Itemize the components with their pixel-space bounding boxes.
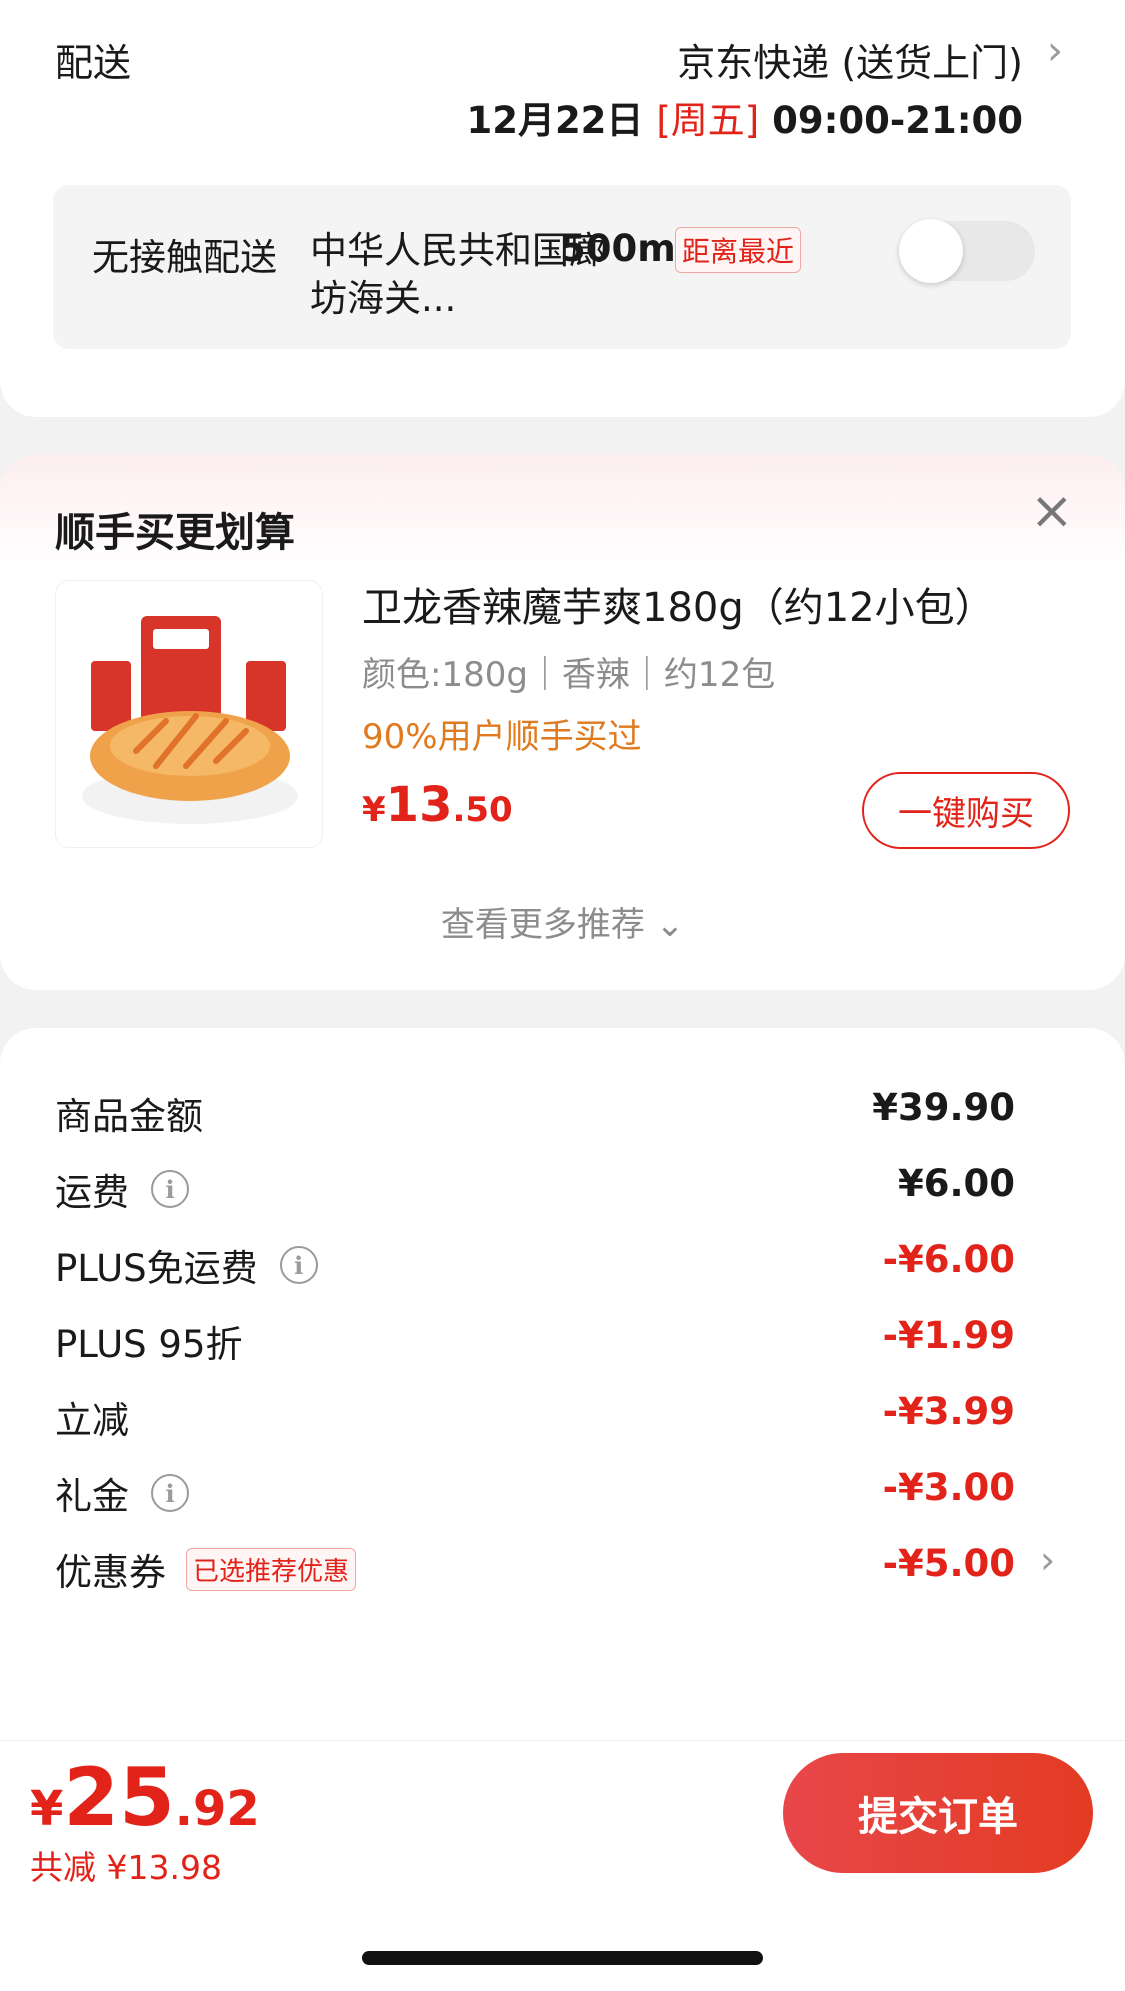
price-row-goods: 商品金额 ¥39.90	[55, 1080, 1015, 1140]
price-row-value: -¥5.00	[882, 1542, 1015, 1585]
total-integer: 25	[63, 1751, 175, 1844]
price-breakdown-card: 商品金额 ¥39.90 运费 i ¥6.00 PLUS免运费 i -¥6.00 PL…	[0, 1028, 1125, 1848]
price-row-value: -¥6.00	[882, 1238, 1015, 1281]
price-integer: 13	[385, 777, 453, 833]
price-row-label: 优惠券	[55, 1551, 166, 1594]
product-name[interactable]: 卫龙香辣魔芋爽180g（约12小包）	[362, 575, 995, 633]
delivery-label: 配送	[55, 41, 132, 85]
total-decimal: .92	[174, 1781, 260, 1837]
product-price: ¥13.50	[362, 777, 513, 833]
info-icon[interactable]: i	[279, 1246, 318, 1284]
price-row-label: 礼金	[55, 1475, 129, 1518]
price-row-value: -¥1.99	[882, 1314, 1015, 1357]
product-spec: 颜色:180g｜香辣｜约12包	[362, 655, 776, 695]
total-currency: ¥	[30, 1781, 64, 1837]
delivery-card: 配送 京东快递 (送货上门) › 12月22日 [周五] 09:00-21:00…	[0, 0, 1125, 417]
submit-order-button[interactable]: 提交订单	[783, 1753, 1093, 1873]
one-click-buy-button[interactable]: 一键购买	[862, 772, 1070, 849]
no-contact-toggle[interactable]	[899, 219, 1035, 283]
product-hint: 90%用户顺手买过	[362, 717, 642, 757]
price-row-instant-discount: 立减 -¥3.99	[55, 1384, 1015, 1444]
no-contact-distance: 500m	[560, 227, 676, 270]
price-row-plus-free-shipping: PLUS免运费 i -¥6.00	[55, 1232, 1015, 1292]
info-icon[interactable]: i	[151, 1170, 189, 1208]
delivery-date: 12月22日	[466, 99, 644, 142]
price-row-value: -¥3.00	[882, 1466, 1015, 1509]
price-row-plus-discount: PLUS 95折 -¥1.99	[55, 1308, 1015, 1368]
total-saved: 共减 ¥13.98	[30, 1848, 222, 1887]
price-currency: ¥	[362, 790, 386, 830]
price-row-gift-money: 礼金 i -¥3.00	[55, 1460, 1015, 1520]
price-row-coupon[interactable]: 优惠券 已选推荐优惠 -¥5.00	[55, 1536, 1015, 1596]
price-row-value: ¥6.00	[897, 1162, 1015, 1205]
no-contact-delivery-box: 无接触配送 中华人民共和国廊坊海关... 500m 距离最近	[53, 185, 1071, 349]
checkout-bar: ¥25.92 共减 ¥13.98 提交订单	[0, 1740, 1125, 1991]
delivery-time[interactable]: 12月22日 [周五] 09:00-21:00	[466, 90, 1023, 144]
price-decimal: .50	[452, 790, 513, 830]
info-icon[interactable]: i	[151, 1474, 189, 1512]
product-image[interactable]	[55, 580, 323, 848]
close-icon[interactable]: ×	[1030, 485, 1074, 537]
delivery-time-range: 09:00-21:00	[772, 99, 1023, 142]
nearest-badge: 距离最近	[675, 227, 802, 273]
home-indicator[interactable]	[362, 1951, 763, 1965]
delivery-weekday: [周五]	[656, 99, 760, 142]
price-row-label: 商品金额	[55, 1095, 203, 1138]
price-row-label: PLUS 95折	[55, 1323, 243, 1366]
recommend-card: 顺手买更划算 × 卫龙香辣魔芋爽180g（约12小包） 颜色:180g｜香辣｜约…	[0, 455, 1125, 990]
price-row-value: -¥3.99	[882, 1390, 1015, 1433]
price-row-label: 运费	[55, 1171, 129, 1214]
coupon-badge: 已选推荐优惠	[186, 1547, 357, 1591]
recommend-title: 顺手买更划算	[55, 510, 295, 556]
no-contact-title: 无接触配送	[92, 236, 277, 279]
price-row-label: 立减	[55, 1399, 129, 1442]
price-row-label: PLUS免运费	[55, 1247, 258, 1290]
price-row-shipping: 运费 i ¥6.00	[55, 1156, 1015, 1216]
total-price: ¥25.92	[30, 1751, 260, 1844]
price-row-value: ¥39.90	[872, 1086, 1015, 1129]
toggle-knob	[899, 219, 963, 283]
more-recommendations-link[interactable]: 查看更多推荐 ⌄	[0, 897, 1125, 946]
chevron-right-icon[interactable]: ›	[1047, 28, 1063, 74]
chevron-right-icon[interactable]: ›	[1040, 1538, 1055, 1582]
delivery-method[interactable]: 京东快递 (送货上门)	[677, 32, 1023, 87]
